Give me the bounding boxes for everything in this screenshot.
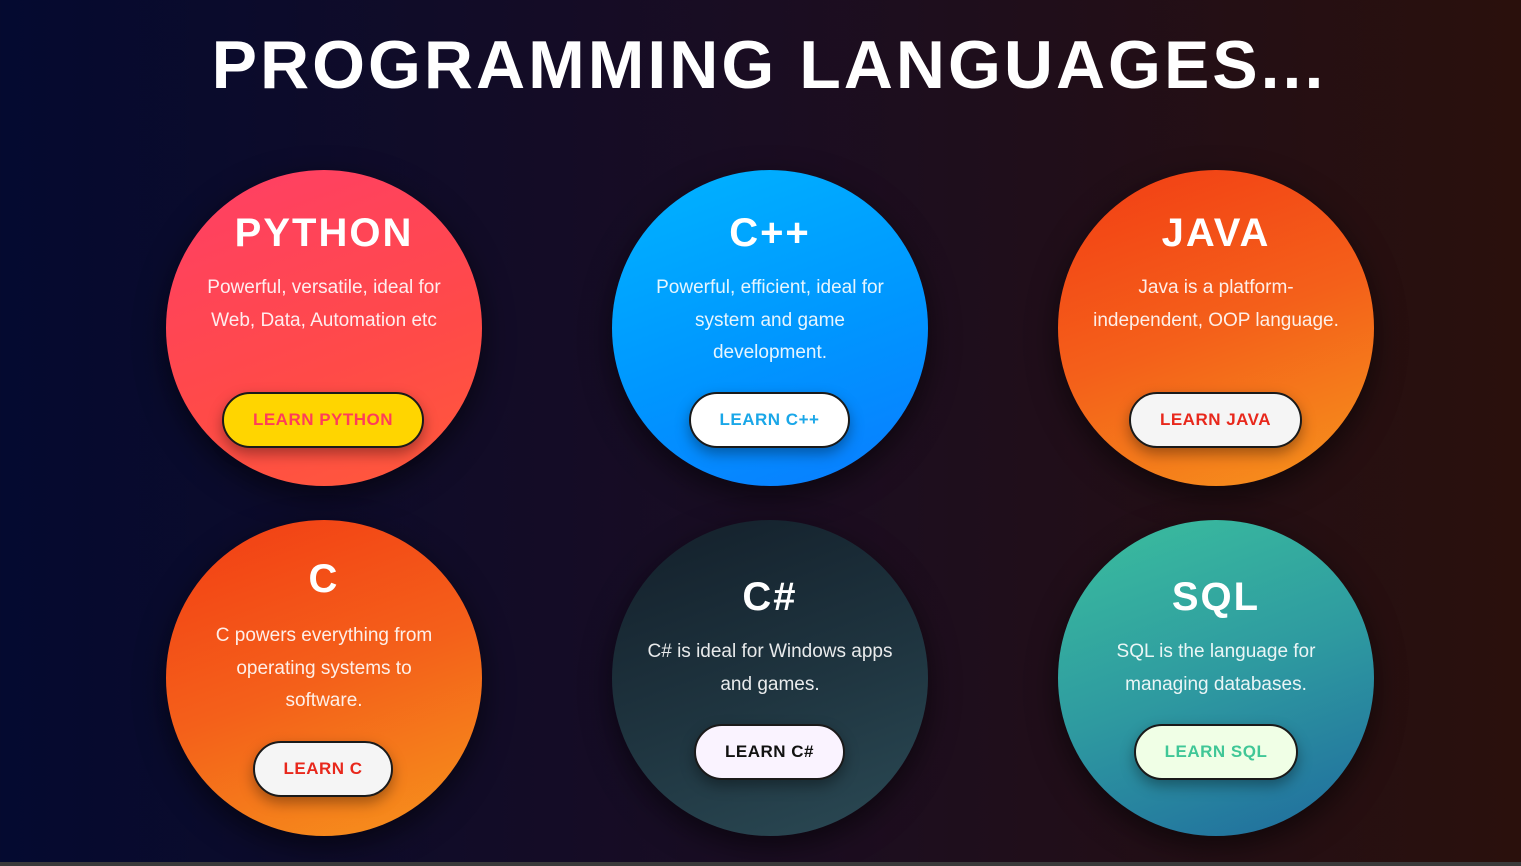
card-title-sql: SQL — [1171, 575, 1261, 619]
learn-python-button[interactable]: LEARN PYTHON — [222, 392, 424, 448]
card-description-java: Java is a platform-independent, OOP lang… — [1093, 277, 1339, 331]
card-c: C C powers everything from operating sys… — [166, 520, 482, 836]
card-java: JAVA Java is a platform-independent, OOP… — [1058, 170, 1374, 486]
card-title-cpp: C++ — [729, 211, 811, 255]
bottom-divider — [0, 862, 1521, 866]
card-description-python: Powerful, versatile, ideal for Web, Data… — [207, 277, 441, 331]
card-title-python: PYTHON — [234, 211, 414, 255]
card-title-c: C — [308, 557, 340, 601]
page-title: PROGRAMMING LANGUAGES... — [211, 27, 1327, 103]
learn-cpp-button[interactable]: LEARN C++ — [689, 392, 850, 448]
card-description-sql: SQL is the language for managing databas… — [1116, 641, 1316, 695]
card-title-csharp: C# — [742, 575, 798, 619]
card-python: PYTHON Powerful, versatile, ideal for We… — [166, 170, 482, 486]
card-csharp: C# C# is ideal for Windows apps and game… — [612, 520, 928, 836]
learn-sql-button[interactable]: LEARN SQL — [1134, 724, 1298, 780]
learn-c-button[interactable]: LEARN C — [253, 741, 393, 797]
card-sql: SQL SQL is the language for managing dat… — [1058, 520, 1374, 836]
card-description-c: C powers everything from operating syste… — [215, 625, 433, 711]
learn-java-button[interactable]: LEARN JAVA — [1129, 392, 1302, 448]
learn-csharp-button[interactable]: LEARN C# — [694, 724, 845, 780]
card-description-cpp: Powerful, efficient, ideal for system an… — [656, 277, 884, 363]
card-description-csharp: C# is ideal for Windows apps and games. — [647, 641, 893, 695]
card-title-java: JAVA — [1161, 211, 1271, 255]
card-cpp: C++ Powerful, efficient, ideal for syste… — [612, 170, 928, 486]
